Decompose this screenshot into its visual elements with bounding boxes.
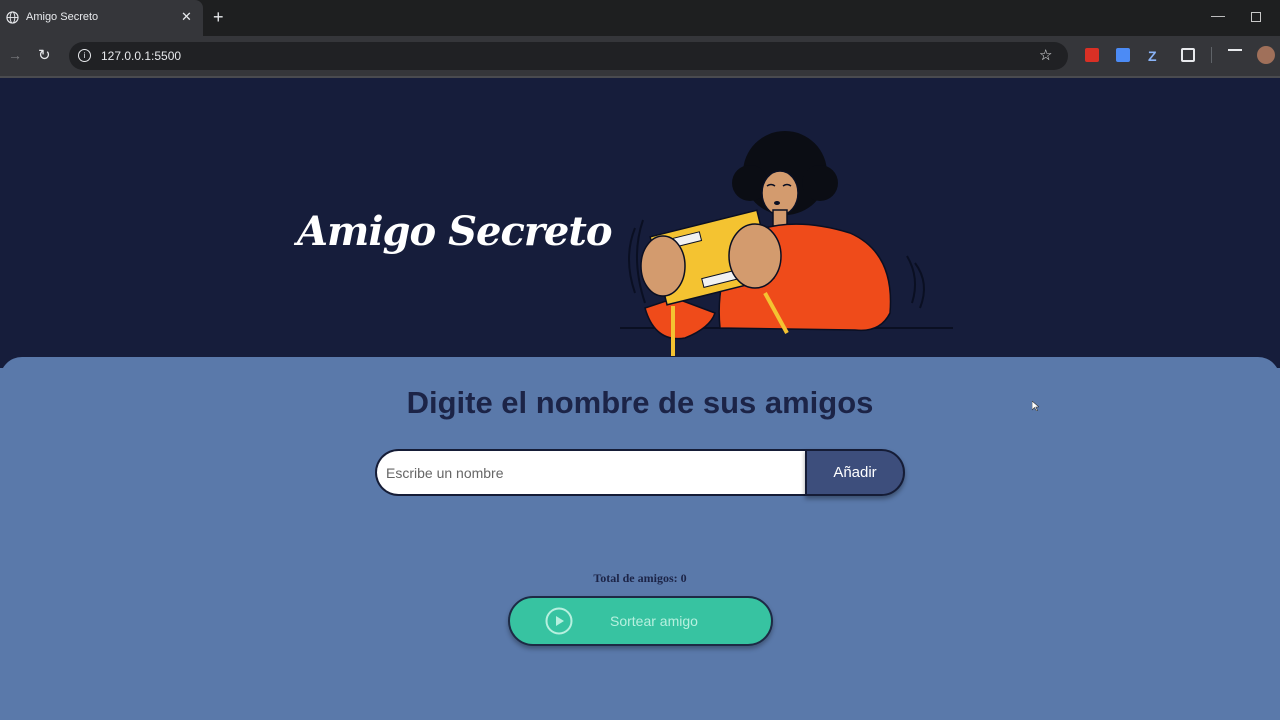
url-text[interactable]: 127.0.0.1:5500 [101,49,181,63]
extensions-puzzle-icon[interactable] [1181,48,1195,62]
tab-title: Amigo Secreto [26,11,99,23]
tab-close-icon[interactable]: ✕ [181,9,192,25]
page-title: Amigo Secreto [297,208,612,255]
bookmark-star-icon[interactable]: ☆ [1039,46,1052,64]
forward-icon[interactable]: → [8,47,22,63]
play-circle-icon [545,607,573,635]
mouse-cursor-icon [1032,401,1039,411]
translate-extension-icon[interactable] [1116,48,1130,62]
total-friends-label: Total de amigos: 0 [593,571,687,585]
restore-icon[interactable] [1251,12,1261,22]
add-button[interactable]: Añadir [805,449,905,496]
friend-name-input[interactable] [375,449,805,496]
site-info-icon[interactable]: i [78,49,91,62]
input-group: Añadir [375,449,905,496]
main-heading: Digite el nombre de sus amigos [406,385,874,420]
draw-button-label: Sortear amigo [610,613,698,629]
profile-avatar[interactable] [1257,46,1275,64]
draw-friend-button[interactable]: Sortear amigo [508,596,773,646]
person-holding-gift-illustration [620,131,953,356]
media-control-icon[interactable] [1228,49,1242,61]
extension-icon-red[interactable] [1085,48,1099,62]
browser-tab[interactable]: Amigo Secreto ✕ [0,0,203,36]
globe-icon [6,11,19,24]
address-bar[interactable] [69,42,1068,70]
toolbar-separator [1211,47,1212,63]
extension-z-icon[interactable]: Z [1148,48,1162,64]
reload-icon[interactable]: ↻ [38,46,51,64]
minimize-icon[interactable]: — [1211,7,1225,23]
new-tab-button[interactable]: + [213,7,224,27]
